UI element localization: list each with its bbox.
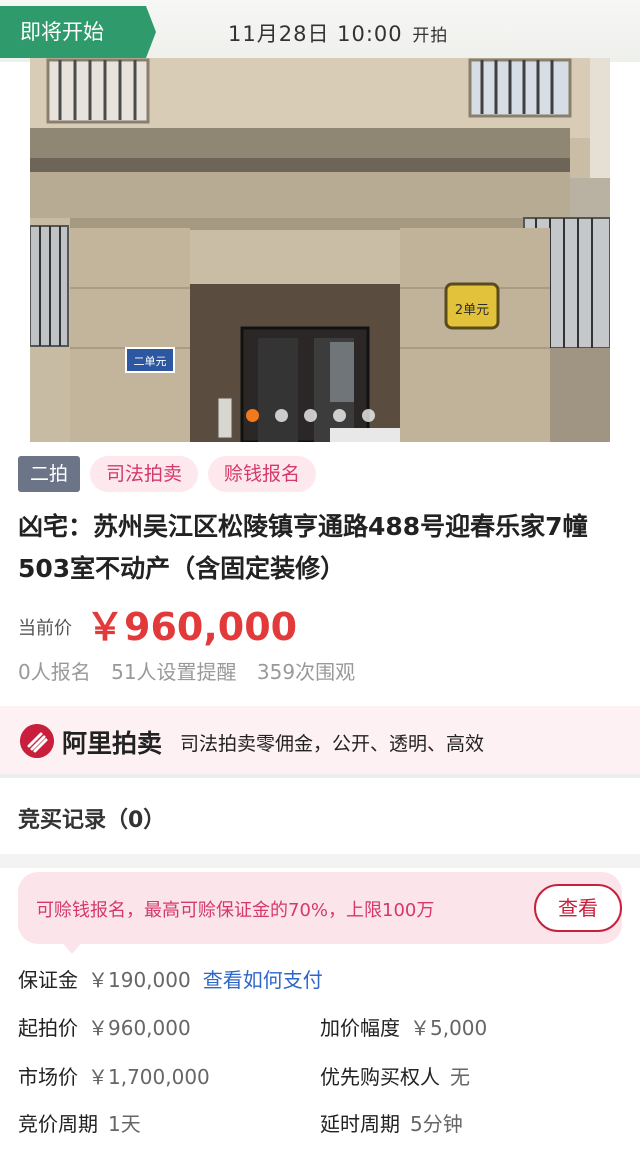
ali-auction-logo-icon [20, 724, 54, 758]
bid-cycle-value: 1天 [108, 1112, 141, 1136]
extension-label: 延时周期 [320, 1112, 400, 1136]
deposit-label: 保证金 [18, 968, 78, 992]
start-price-row: 起拍价 ￥960,000 [18, 1012, 191, 1041]
start-time-suffix: 开拍 [412, 26, 449, 46]
building-photo: 二单元 2单元 [30, 58, 610, 442]
priority-label: 优先购买权人 [320, 1065, 440, 1089]
carousel-dot[interactable] [332, 409, 346, 422]
status-tag: 即将开始 [0, 6, 156, 58]
bid-cycle-row: 竞价周期 1天 [18, 1108, 141, 1137]
listing-title: 凶宅：苏州吴江区松陵镇亨通路488号迎春乐家7幢503室不动产（含固定装修） [18, 512, 588, 583]
credit-signup-tag: 赊钱报名 [208, 456, 317, 492]
view-button[interactable]: 查看 [534, 884, 622, 932]
ali-slogan: 司法拍卖零佣金，公开、透明、高效 [180, 733, 485, 755]
bid-records-title: 竞买记录（0） [18, 808, 166, 833]
carousel-dot-active[interactable] [245, 409, 259, 422]
credit-notice-text: 可赊钱报名，最高可赊保证金的70%，上限100万 [36, 900, 435, 921]
price-label: 当前价 [18, 618, 72, 639]
signup-count: 0人报名 [18, 660, 91, 684]
priority-value: 无 [450, 1065, 470, 1089]
market-price-value: ￥1,700,000 [88, 1065, 210, 1089]
ali-auction-banner[interactable]: 阿里拍卖 司法拍卖零佣金，公开、透明、高效 [0, 706, 640, 774]
view-count: 359次围观 [256, 660, 356, 684]
start-time-value: 11月28日 10:00 [228, 22, 403, 46]
deposit-row: 保证金 ￥190,000 查看如何支付 [18, 964, 323, 993]
start-time: 11月28日 10:00 开拍 [228, 18, 448, 48]
credit-notice: 可赊钱报名，最高可赊保证金的70%，上限100万 查看 [18, 872, 622, 944]
hero-image-carousel[interactable]: 二单元 2单元 [30, 58, 610, 442]
unit-sign-left: 二单元 [134, 355, 167, 368]
reminder-count: 51人设置提醒 [111, 660, 237, 684]
unit-sign-right: 2单元 [455, 303, 489, 318]
carousel-dot[interactable] [274, 409, 288, 422]
ali-brand: 阿里拍卖 [62, 729, 163, 758]
market-price-label: 市场价 [18, 1065, 78, 1089]
tag-list: 二拍 司法拍卖 赊钱报名 [18, 456, 317, 492]
increment-value: ￥5,000 [410, 1016, 488, 1040]
increment-row: 加价幅度 ￥5,000 [320, 1012, 487, 1041]
payment-help-link[interactable]: 查看如何支付 [203, 968, 323, 992]
bid-cycle-label: 竞价周期 [18, 1112, 98, 1136]
round-tag: 二拍 [18, 456, 81, 492]
priority-row: 优先购买权人无 [320, 1061, 470, 1090]
judicial-auction-tag: 司法拍卖 [90, 456, 199, 492]
extension-row: 延时周期 5分钟 [320, 1108, 463, 1137]
market-price-row: 市场价 ￥1,700,000 [18, 1061, 210, 1090]
price-value: ￥960,000 [86, 605, 298, 649]
carousel-dot[interactable] [361, 409, 375, 422]
section-gap [0, 854, 640, 868]
start-price-value: ￥960,000 [88, 1016, 191, 1040]
deposit-value: ￥190,000 [88, 968, 191, 992]
auction-status-bar: 即将开始 11月28日 10:00 开拍 [0, 0, 640, 62]
extension-value: 5分钟 [410, 1112, 463, 1136]
increment-label: 加价幅度 [320, 1016, 400, 1040]
bid-records-section[interactable]: 竞买记录（0） [0, 778, 640, 854]
auction-stats: 0人报名 51人设置提醒 359次围观 [18, 656, 369, 685]
carousel-dots[interactable] [30, 409, 610, 422]
carousel-dot[interactable] [303, 409, 317, 422]
start-price-label: 起拍价 [18, 1016, 78, 1040]
notice-pointer [60, 940, 84, 954]
